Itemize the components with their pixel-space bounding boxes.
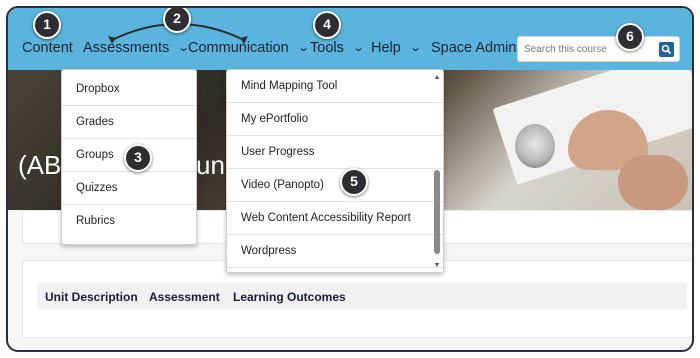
menu-item-accessibility-report[interactable]: Web Content Accessibility Report: [227, 202, 443, 235]
nav-help-label: Help: [371, 40, 401, 56]
menu-item-rubrics[interactable]: Rubrics: [62, 205, 196, 238]
callout-badge-4: 4: [313, 11, 341, 39]
menu-item-grades[interactable]: Grades: [62, 106, 196, 139]
callout-badge-1: 1: [33, 11, 61, 39]
menu-item-quizzes[interactable]: Quizzes: [62, 172, 196, 205]
nav-tools[interactable]: Tools ⌄: [310, 40, 365, 56]
scroll-up-icon[interactable]: ▲: [433, 74, 441, 82]
scroll-thumb[interactable]: [434, 170, 440, 254]
tab-assessment[interactable]: Assessment: [149, 290, 220, 304]
course-search: [517, 36, 680, 62]
tools-menu-scrollbar[interactable]: ▲ ▼: [433, 74, 441, 270]
nav-space-admin-label: Space Admin: [431, 40, 517, 56]
chevron-down-icon: ⌄: [409, 42, 422, 54]
tab-unit-description[interactable]: Unit Description: [45, 290, 138, 304]
nav-content-label: Content: [22, 40, 73, 56]
callout-badge-5: 5: [340, 168, 368, 196]
banner-cup-image: [515, 124, 555, 168]
tools-dropdown: Mind Mapping Tool My ePortfolio User Pro…: [226, 69, 444, 273]
nav-tools-label: Tools: [310, 40, 344, 56]
nav-space-admin[interactable]: Space Admin: [431, 40, 516, 56]
menu-item-dropbox[interactable]: Dropbox: [62, 73, 196, 106]
menu-item-user-progress[interactable]: User Progress: [227, 136, 443, 169]
menu-item-wordpress[interactable]: Wordpress: [227, 235, 443, 268]
scroll-down-icon[interactable]: ▼: [433, 262, 441, 270]
callout-badge-6: 6: [616, 23, 644, 51]
chevron-down-icon: ⌄: [352, 42, 365, 54]
menu-item-video-panopto[interactable]: Video (Panopto): [227, 169, 443, 202]
search-button[interactable]: [659, 42, 674, 57]
chevron-down-icon: ⌄: [297, 42, 310, 54]
search-icon: [661, 44, 672, 55]
callout-badge-2: 2: [163, 8, 191, 33]
course-title: (AB und: [18, 150, 239, 181]
nav-content[interactable]: Content: [22, 40, 73, 56]
banner-hand-image: [618, 155, 688, 210]
menu-item-mind-mapping[interactable]: Mind Mapping Tool: [227, 70, 443, 103]
callout-badge-3: 3: [124, 144, 152, 172]
unit-tabs: Unit Description Assessment Learning Out…: [37, 283, 687, 309]
tab-learning-outcomes[interactable]: Learning Outcomes: [233, 290, 346, 304]
course-title-left: (AB: [18, 150, 62, 180]
nav-help[interactable]: Help ⌄: [371, 40, 422, 56]
menu-item-eportfolio[interactable]: My ePortfolio: [227, 103, 443, 136]
course-window: Content Assessments ⌄ Communication ⌄ Tool…: [6, 6, 694, 352]
